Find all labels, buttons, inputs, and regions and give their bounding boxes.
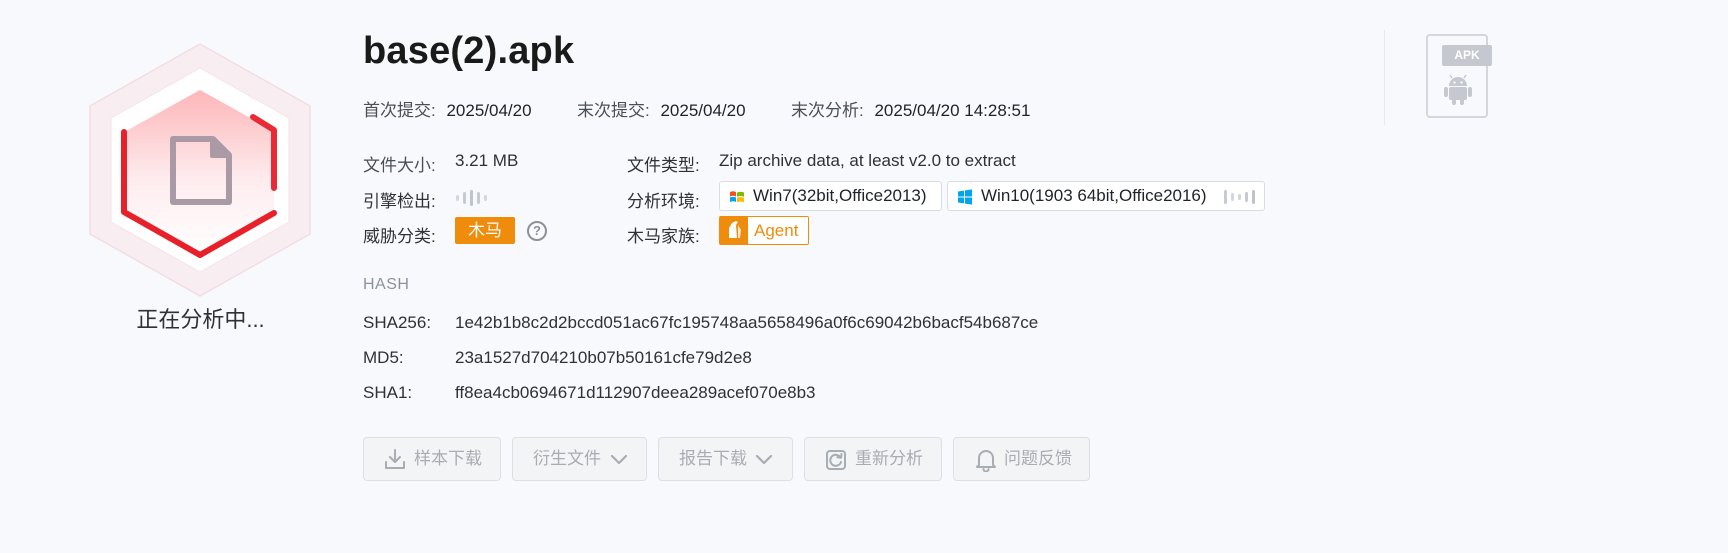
last-submit-label: 末次提交: xyxy=(577,101,650,120)
last-analysis-row: 末次分析: 2025/04/20 14:28:51 xyxy=(791,96,1030,121)
md5-value: 23a1527d704210b07b50161cfe79d2e8 xyxy=(455,348,752,367)
env-win7-label: Win7(32bit,Office2013) xyxy=(753,186,927,205)
size-value: 3.21 MB xyxy=(455,151,519,170)
download-icon xyxy=(385,449,405,469)
env-chip-win7[interactable]: Win7(32bit,Office2013) xyxy=(719,181,942,211)
env-chip-win10[interactable]: Win10(1903 64bit,Office2016) xyxy=(947,181,1265,211)
file-name: base(2).apk xyxy=(363,30,575,72)
derived-files-label: 衍生文件 xyxy=(533,449,601,468)
report-download-label: 报告下载 xyxy=(679,449,747,468)
type-value: Zip archive data, at least v2.0 to extra… xyxy=(719,151,1016,170)
md5-label: MD5: xyxy=(363,348,404,367)
chevron-down-icon xyxy=(755,454,773,465)
android-icon xyxy=(1444,74,1472,105)
engine-label: 引擎检出: xyxy=(363,192,436,211)
feedback-button[interactable]: 问题反馈 xyxy=(953,437,1090,481)
last-analysis-label: 末次分析: xyxy=(791,101,864,120)
sha1-value: ff8ea4cb0694671d112907deea289acef070e8b3 xyxy=(455,383,816,402)
first-submit-value: 2025/04/20 xyxy=(446,101,532,120)
env-win10-label: Win10(1903 64bit,Office2016) xyxy=(981,186,1207,205)
env-label: 分析环境: xyxy=(627,192,700,211)
analysis-status: 正在分析中... xyxy=(88,40,313,360)
windows7-icon xyxy=(730,191,744,203)
reanalyze-button[interactable]: 重新分析 xyxy=(804,437,942,481)
size-label: 文件大小: xyxy=(363,156,436,175)
trojan-horse-icon xyxy=(720,217,748,244)
family-label: 木马家族: xyxy=(627,227,700,246)
bell-icon xyxy=(976,450,996,472)
family-value: Agent xyxy=(754,221,799,240)
env-loading-icon xyxy=(1224,190,1255,204)
last-analysis-value: 2025/04/20 14:28:51 xyxy=(874,101,1031,120)
sha1-label: SHA1: xyxy=(363,383,413,402)
engine-loading-icon xyxy=(456,190,487,206)
family-tag[interactable]: Agent xyxy=(719,216,809,245)
size-row: 文件大小: xyxy=(363,151,436,176)
threat-label: 威胁分类: xyxy=(363,227,436,246)
download-sample-button[interactable]: 样本下载 xyxy=(363,437,501,481)
last-submit-value: 2025/04/20 xyxy=(660,101,746,120)
apk-file-icon: APK xyxy=(1426,34,1492,118)
chevron-down-icon xyxy=(610,454,628,465)
header-divider xyxy=(1384,30,1385,125)
sha256-label: SHA256: xyxy=(363,313,432,332)
last-submit-row: 末次提交: 2025/04/20 xyxy=(577,96,746,121)
type-label: 文件类型: xyxy=(627,156,700,175)
report-download-button[interactable]: 报告下载 xyxy=(658,437,793,481)
windows10-icon xyxy=(958,189,972,205)
hash-header: HASH xyxy=(363,276,410,293)
help-icon[interactable]: ? xyxy=(527,221,547,241)
refresh-icon xyxy=(826,450,846,470)
first-submit-label: 首次提交: xyxy=(363,101,436,120)
threat-tag[interactable]: 木马 xyxy=(455,217,515,244)
reanalyze-label: 重新分析 xyxy=(855,449,923,468)
sha256-value: 1e42b1b8c2d2bccd051ac67fc195748aa5658496… xyxy=(455,313,1039,332)
derived-files-button[interactable]: 衍生文件 xyxy=(512,437,647,481)
apk-badge: APK xyxy=(1442,45,1492,66)
analyzing-hexagon-icon xyxy=(89,43,311,297)
first-submit-row: 首次提交: 2025/04/20 xyxy=(363,96,532,121)
download-sample-label: 样本下载 xyxy=(414,449,482,468)
status-text: 正在分析中... xyxy=(136,307,265,332)
feedback-label: 问题反馈 xyxy=(1004,449,1072,468)
